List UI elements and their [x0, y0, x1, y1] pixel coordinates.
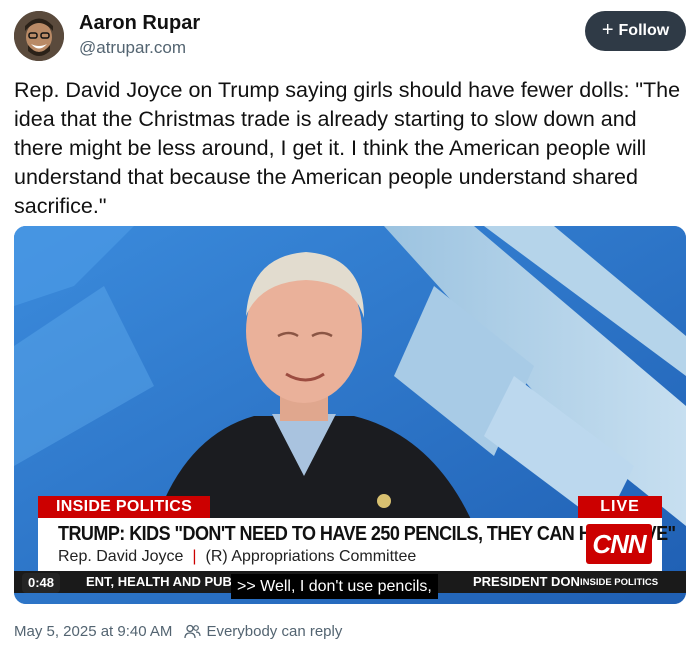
video-timestamp: 0:48	[22, 573, 61, 593]
chyron-headline: TRUMP: KIDS "DON'T NEED TO HAVE 250 PENC…	[58, 523, 676, 545]
guest-title: (R) Appropriations Committee	[205, 548, 417, 565]
follow-button[interactable]: + Follow	[585, 11, 686, 51]
author-handle[interactable]: @atrupar.com	[79, 38, 186, 58]
chyron-subtitle: Rep. David Joyce | (R) Appropriations Comm…	[58, 548, 416, 566]
people-icon	[184, 624, 202, 639]
lower-third-panel: TRUMP: KIDS "DON'T NEED TO HAVE 250 PENC…	[38, 518, 676, 571]
chyron-separator: |	[192, 548, 197, 565]
plus-icon: +	[601, 19, 614, 41]
closed-caption: >> Well, I don't use pencils,	[231, 574, 438, 599]
post-text: Rep. David Joyce on Trump saying girls s…	[14, 78, 681, 218]
post-meta: May 5, 2025 at 9:40 AM Everybody can rep…	[14, 623, 342, 640]
show-tag: INSIDE POLITICS	[38, 496, 211, 518]
guest-name: Rep. David Joyce	[58, 548, 184, 565]
ticker-text-right: PRESIDENT DON	[473, 574, 580, 589]
video-player[interactable]: INSIDE POLITICS LIVE TRUMP: KIDS "DON'T …	[14, 226, 686, 604]
follow-button-label: Follow	[618, 22, 670, 39]
author-avatar[interactable]	[14, 11, 64, 61]
cnn-logo: CNN	[586, 524, 652, 564]
ticker-show-badge: INSIDE POLITICS	[580, 577, 659, 588]
post-date[interactable]: May 5, 2025 at 9:40 AM	[14, 623, 172, 640]
lower-third: INSIDE POLITICS LIVE TRUMP: KIDS "DON'T …	[38, 496, 676, 571]
reply-setting-label: Everybody can reply	[206, 623, 343, 640]
live-badge: LIVE	[578, 496, 662, 518]
avatar-image	[14, 11, 64, 61]
author-name[interactable]: Aaron Rupar	[79, 12, 200, 35]
reply-setting: Everybody can reply	[184, 623, 342, 640]
